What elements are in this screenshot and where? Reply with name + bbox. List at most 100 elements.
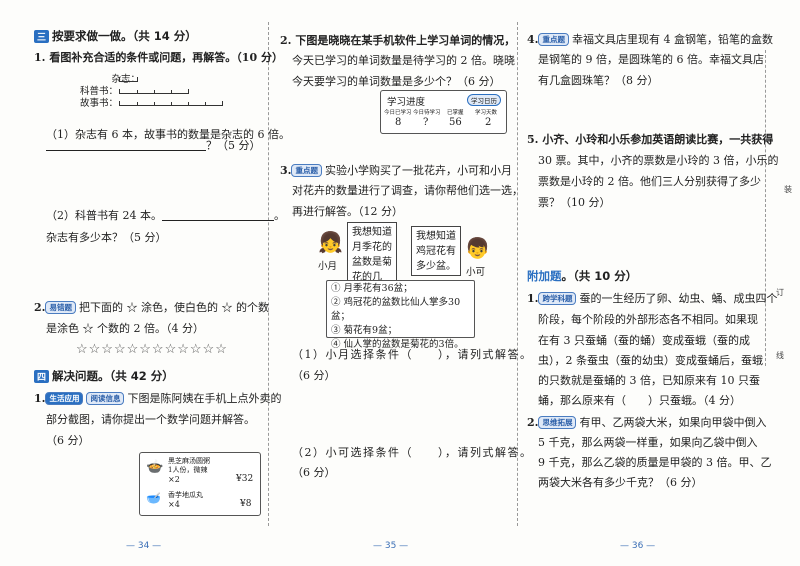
question-text: 今天要学习的单词数量是多少个？（6 分） bbox=[292, 75, 501, 88]
column-divider bbox=[268, 22, 269, 526]
question-text: 对花卉的数量进行了调查，请你帮他们选一选， bbox=[292, 184, 523, 197]
question-2: 2. 下图是晓晓在某手机软件上学习单词的情况， bbox=[280, 34, 516, 47]
science-bar bbox=[119, 89, 189, 94]
answer-blank[interactable] bbox=[46, 150, 206, 151]
question-text: 幸福文具店里现有 4 盒钢笔，铅笔的盒数 bbox=[571, 33, 773, 46]
value-pending: ? bbox=[423, 117, 429, 128]
conditions-box: ① 月季花有36盆； ② 鸡冠花的盆数比仙人掌多30盆； ③ 菊花有9盆； ④ … bbox=[326, 280, 475, 350]
condition-2: ② 鸡冠花的盆数比仙人掌多30盆； bbox=[331, 297, 461, 322]
stars-to-color[interactable]: ☆☆☆☆☆☆☆☆☆☆☆☆ bbox=[76, 342, 228, 357]
col-header: 今日已学习 bbox=[384, 110, 412, 116]
col-header: 学习天数 bbox=[475, 110, 498, 116]
question-text: 把下面的 ☆ 涂色，使白色的 ☆ 的个数 bbox=[78, 301, 269, 314]
condition-1: ① 月季花有36盆； bbox=[331, 283, 413, 294]
q3-part1: （1）小月选择条件（ ），请列式解答。 bbox=[292, 348, 533, 361]
question-text: 蚕的一生经历了卵、幼虫、蛹、成虫四个 bbox=[579, 292, 778, 305]
page-number: — 35 — bbox=[373, 541, 409, 551]
col-header: 已掌握 bbox=[447, 110, 464, 116]
q3-part2: （2）小可选择条件（ ），请列式解答。 bbox=[292, 446, 533, 459]
item-price: ¥32 bbox=[236, 474, 254, 484]
tag-thinking: 思维拓展 bbox=[538, 416, 577, 429]
question-text: 阶段，每个阶段的外部形态各不相同。如果现 bbox=[538, 313, 758, 326]
score-text: （6 分） bbox=[46, 434, 90, 447]
question-2: 2. 易错题 把下面的 ☆ 涂色，使白色的 ☆ 的个数 bbox=[34, 299, 269, 315]
question-text: 在有 3 只蚕蛹（蚕的蛹）变成蚕蛾（蚕的成 bbox=[538, 334, 750, 347]
study-calendar-button[interactable]: 学习日历 bbox=[467, 94, 501, 106]
question-text: 票数是小玲的 2 倍。他们三人分别获得了多少 bbox=[538, 175, 761, 188]
study-progress-card: 学习进度 学习日历 今日已学习 今日待学习 已掌握 学习天数 8 ? 56 2 bbox=[380, 90, 507, 134]
order-screenshot: 🍲 黑芝麻汤圆粥 1人份，微辣 ×2 ¥32 🥣 香芋地瓜丸 ×4 ¥8 bbox=[139, 452, 261, 516]
page-number: — 34 — bbox=[126, 541, 162, 551]
item-qty: ×2 bbox=[168, 475, 180, 484]
q1-part2-text: （2）科普书有 24 本。 bbox=[46, 209, 162, 222]
question-1: 1. 看图补充合适的条件或问题，再解答。（10 分） bbox=[34, 51, 283, 64]
question-text: 有几盒圆珠笔？（8 分） bbox=[538, 74, 659, 87]
tag-key-question: 重点题 bbox=[538, 33, 569, 46]
question-number: 4. bbox=[527, 33, 539, 46]
question-text: 再进行解答。（12 分） bbox=[292, 205, 403, 218]
boy-speech-bubble: 我想知道鸡冠花有多少盆。 bbox=[411, 226, 461, 276]
q1-part1-blank-row: ？（5 分） bbox=[46, 137, 261, 153]
section-title: 解决问题。（共 42 分） bbox=[52, 369, 174, 383]
extra-section-heading: 附加题。（共 10 分） bbox=[527, 268, 637, 284]
question-text: 是钢笔的 9 倍，是圆珠笔的 6 倍。幸福文具店 bbox=[538, 53, 764, 66]
question-text: 部分截图，请你提出一个数学问题并解答。 bbox=[46, 413, 255, 426]
item-spec: 1人份，微辣 bbox=[168, 466, 208, 474]
girl-name: 小月 bbox=[318, 261, 338, 272]
question-text: 有甲、乙两袋大米，如果向甲袋中倒入 bbox=[579, 416, 767, 429]
question-text: 票？（10 分） bbox=[538, 196, 611, 209]
question-number: 2. bbox=[527, 416, 539, 429]
question-text: 实验小学购买了一批花卉，小可和小月 bbox=[324, 164, 512, 177]
dish-icon: 🥣 bbox=[146, 491, 161, 505]
tag-read-info: 阅读信息 bbox=[86, 392, 125, 405]
value-mastered: 56 bbox=[449, 117, 462, 128]
question-text: 30 票。其中，小齐的票数是小玲的 3 倍，小乐的 bbox=[538, 154, 779, 167]
question-number: 3. bbox=[280, 164, 292, 177]
section-title: 按要求做一做。（共 14 分） bbox=[52, 29, 197, 43]
question-number: 2. bbox=[34, 301, 46, 314]
section-heading-3: 三按要求做一做。（共 14 分） bbox=[34, 28, 197, 44]
bowl-icon: 🍲 bbox=[146, 459, 164, 475]
score-text: ？（5 分） bbox=[206, 139, 261, 152]
condition-3: ③ 菊花有9盆； bbox=[331, 325, 398, 336]
section-number-badge: 三 bbox=[34, 30, 50, 43]
score-text: （6 分） bbox=[292, 466, 336, 479]
punct: 。 bbox=[274, 209, 285, 222]
q1-part2: （2）科普书有 24 本。 。 bbox=[46, 207, 285, 223]
answer-blank[interactable] bbox=[162, 220, 274, 221]
progress-title: 学习进度 bbox=[387, 97, 426, 108]
tag-key-question: 重点题 bbox=[291, 164, 322, 177]
score-text: （6 分） bbox=[292, 369, 336, 382]
question-3: 3. 重点题 实验小学购买了一批花卉，小可和小月 bbox=[280, 162, 512, 178]
story-bar bbox=[119, 101, 223, 106]
section-number-badge: 四 bbox=[34, 370, 50, 383]
question-4: 4. 重点题 幸福文具店里现有 4 盒钢笔，铅笔的盒数 bbox=[527, 31, 773, 47]
value-days: 2 bbox=[485, 117, 492, 128]
item-qty: ×4 bbox=[168, 500, 180, 509]
item-price: ¥8 bbox=[240, 499, 252, 509]
question-4-1: 1. 生活应用 阅读信息 下图是陈阿姨在手机上点外卖的 bbox=[34, 390, 281, 406]
boy-avatar-icon: 👦 bbox=[465, 236, 490, 260]
col-header: 今日待学习 bbox=[413, 110, 441, 116]
magazine-bar bbox=[119, 77, 138, 82]
tag-error-prone: 易错题 bbox=[45, 301, 76, 314]
binding-mark: 线 bbox=[776, 351, 784, 360]
question-text: 今天已学习的单词数量是待学习的 2 倍。晓晓 bbox=[292, 54, 515, 67]
boy-name: 小可 bbox=[466, 267, 486, 278]
extra-title: 附加题 bbox=[527, 269, 562, 283]
question-text: 两袋大米各有多少千克？（6 分） bbox=[538, 476, 703, 489]
question-text: 蛹，那么原来有（ ）只蚕蛾。（4 分） bbox=[538, 394, 741, 407]
question-text: 的只数就是蚕蛹的 3 倍，已知原来有 10 只蚕 bbox=[538, 374, 760, 387]
question-5: 5. 小齐、小玲和小乐参加英语朗读比赛，一共获得 bbox=[527, 133, 774, 146]
question-number: 1. bbox=[527, 292, 539, 305]
tag-life-application: 生活应用 bbox=[45, 392, 84, 405]
question-text: 虫），2 条蚕虫（蚕的幼虫）变成蚕蛹后，蚕蛾 bbox=[538, 354, 763, 367]
question-2-line2: 是涂色 ☆ 个数的 2 倍。（4 分） bbox=[46, 322, 204, 335]
extra-question-1: 1. 跨学科题 蚕的一生经历了卵、幼虫、蛹、成虫四个 bbox=[527, 290, 777, 306]
binding-mark: 装 bbox=[784, 185, 792, 194]
girl-speech-bubble: 我想知道月季花的盆数是菊花的几倍。 bbox=[347, 222, 397, 298]
diagram-label-story: 故事书： bbox=[79, 98, 118, 109]
question-text: 5 千克，那么两袋一样重，如果向乙袋中倒入 bbox=[538, 436, 758, 449]
girl-avatar-icon: 👧 bbox=[318, 230, 343, 254]
binding-line bbox=[765, 50, 766, 366]
